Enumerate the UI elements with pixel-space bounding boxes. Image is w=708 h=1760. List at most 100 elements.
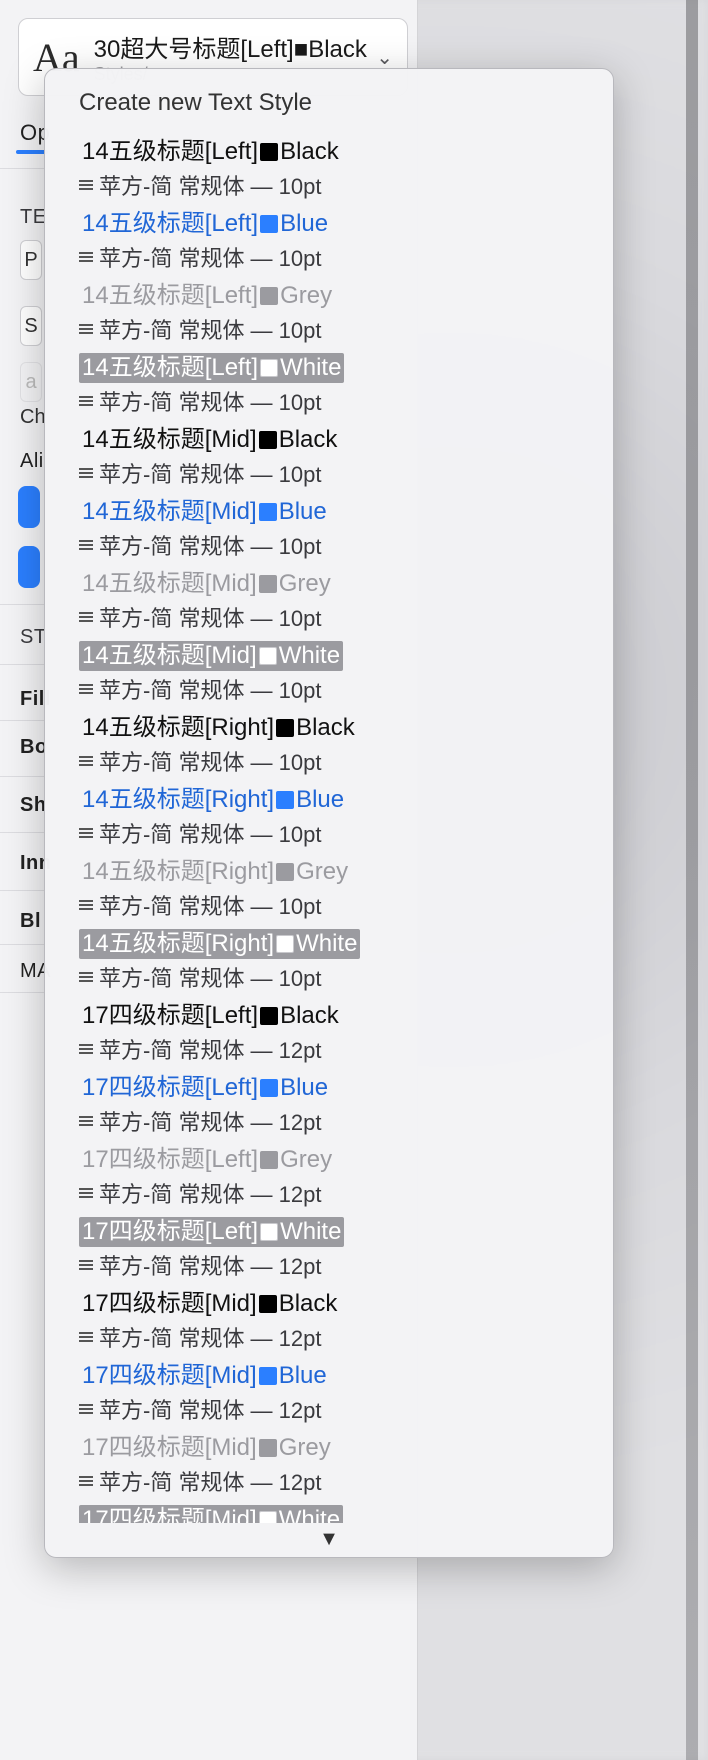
align-button-2[interactable]: [18, 546, 40, 588]
style-name: 14五级标题[Mid]Black: [79, 425, 340, 455]
style-meta: 苹方-简 常规体 — 10pt: [79, 529, 613, 561]
style-list-item[interactable]: 14五级标题[Right]White 苹方-简 常规体 — 10pt: [79, 929, 613, 993]
style-list-item[interactable]: 14五级标题[Left]Black 苹方-简 常规体 — 10pt: [79, 137, 613, 201]
style-meta-text: 苹方-简 常规体 — 10pt: [99, 673, 321, 705]
style-name: 14五级标题[Left]Blue: [79, 209, 331, 239]
style-name: 17四级标题[Left]Black: [79, 1001, 342, 1031]
style-meta-text: 苹方-简 常规体 — 10pt: [99, 241, 321, 273]
style-meta-text: 苹方-简 常规体 — 10pt: [99, 817, 321, 849]
style-meta-text: 苹方-简 常规体 — 10pt: [99, 889, 321, 921]
style-name: 14五级标题[Left]Black: [79, 137, 342, 167]
color-swatch-icon: [260, 215, 278, 233]
text-lines-icon: [79, 828, 93, 838]
paragraph-field[interactable]: P: [20, 240, 42, 280]
color-swatch-icon: [259, 647, 277, 665]
style-meta: 苹方-简 常规体 — 10pt: [79, 745, 613, 777]
blur-label: Bl: [20, 910, 41, 933]
style-meta-text: 苹方-简 常规体 — 10pt: [99, 529, 321, 561]
text-lines-icon: [79, 252, 93, 262]
style-list-item[interactable]: 17四级标题[Left]Black 苹方-简 常规体 — 12pt: [79, 1001, 613, 1065]
color-swatch-icon: [260, 1079, 278, 1097]
style-meta: 苹方-简 常规体 — 12pt: [79, 1393, 613, 1425]
text-lines-icon: [79, 756, 93, 766]
style-list-item[interactable]: 17四级标题[Left]Grey 苹方-简 常规体 — 12pt: [79, 1145, 613, 1209]
color-swatch-icon: [260, 1223, 278, 1241]
style-name: 17四级标题[Left]Blue: [79, 1073, 331, 1103]
color-swatch-icon: [259, 575, 277, 593]
style-meta: 苹方-简 常规体 — 12pt: [79, 1465, 613, 1497]
text-lines-icon: [79, 972, 93, 982]
style-list-item[interactable]: 14五级标题[Mid]Grey 苹方-简 常规体 — 10pt: [79, 569, 613, 633]
text-lines-icon: [79, 468, 93, 478]
color-swatch-icon: [260, 287, 278, 305]
style-name: 14五级标题[Left]White: [79, 353, 344, 383]
style-name: 17四级标题[Left]Grey: [79, 1145, 335, 1175]
style-meta: 苹方-简 常规体 — 10pt: [79, 385, 613, 417]
char-label: Ch: [20, 406, 46, 429]
style-list-item[interactable]: 17四级标题[Left]Blue 苹方-简 常规体 — 12pt: [79, 1073, 613, 1137]
text-lines-icon: [79, 324, 93, 334]
alignment-label: Ali: [20, 450, 44, 473]
style-list-item[interactable]: 14五级标题[Right]Blue 苹方-简 常规体 — 10pt: [79, 785, 613, 849]
color-swatch-icon: [276, 935, 294, 953]
style-meta: 苹方-简 常规体 — 12pt: [79, 1249, 613, 1281]
style-list-item[interactable]: 17四级标题[Mid]White 苹方-简 常规体 — 12pt: [79, 1505, 613, 1523]
style-meta: 苹方-简 常规体 — 12pt: [79, 1033, 613, 1065]
text-lines-icon: [79, 540, 93, 550]
style-list-item[interactable]: 17四级标题[Left]White 苹方-简 常规体 — 12pt: [79, 1217, 613, 1281]
shadow-label: Sh: [20, 794, 47, 817]
style-list-item[interactable]: 14五级标题[Left]Grey 苹方-简 常规体 — 10pt: [79, 281, 613, 345]
style-meta-text: 苹方-简 常规体 — 10pt: [99, 961, 321, 993]
style-list-item[interactable]: 14五级标题[Right]Black 苹方-简 常规体 — 10pt: [79, 713, 613, 777]
style-list-item[interactable]: 14五级标题[Mid]Black 苹方-简 常规体 — 10pt: [79, 425, 613, 489]
style-list-item[interactable]: 14五级标题[Left]White 苹方-简 常规体 — 10pt: [79, 353, 613, 417]
style-list-item[interactable]: 17四级标题[Mid]Grey 苹方-简 常规体 — 12pt: [79, 1433, 613, 1497]
style-meta: 苹方-简 常规体 — 12pt: [79, 1177, 613, 1209]
text-lines-icon: [79, 900, 93, 910]
style-list-item[interactable]: 14五级标题[Mid]Blue 苹方-简 常规体 — 10pt: [79, 497, 613, 561]
create-new-text-style[interactable]: Create new Text Style: [79, 89, 312, 117]
style-name: 17四级标题[Mid]Black: [79, 1289, 340, 1319]
style-meta-text: 苹方-简 常规体 — 10pt: [99, 169, 321, 201]
style-name: 17四级标题[Mid]Grey: [79, 1433, 334, 1463]
text-lines-icon: [79, 180, 93, 190]
style-list-item[interactable]: 14五级标题[Left]Blue 苹方-简 常规体 — 10pt: [79, 209, 613, 273]
style-section-label: ST: [20, 626, 47, 649]
style-meta: 苹方-简 常规体 — 10pt: [79, 601, 613, 633]
align-button-1[interactable]: [18, 486, 40, 528]
color-swatch-icon: [259, 503, 277, 521]
color-swatch-icon: [276, 719, 294, 737]
style-meta-text: 苹方-简 常规体 — 10pt: [99, 385, 321, 417]
style-meta-text: 苹方-简 常规体 — 12pt: [99, 1105, 321, 1137]
canvas-edge: [686, 0, 698, 1760]
style-name: 14五级标题[Mid]White: [79, 641, 343, 671]
style-name: 14五级标题[Mid]Blue: [79, 497, 330, 527]
style-list-item[interactable]: 17四级标题[Mid]Black 苹方-简 常规体 — 12pt: [79, 1289, 613, 1353]
color-swatch-icon: [259, 1439, 277, 1457]
style-list-item[interactable]: 14五级标题[Mid]White 苹方-简 常规体 — 10pt: [79, 641, 613, 705]
style-name: 14五级标题[Right]Blue: [79, 785, 347, 815]
style-meta-text: 苹方-简 常规体 — 12pt: [99, 1177, 321, 1209]
color-swatch-icon: [260, 359, 278, 377]
style-meta: 苹方-简 常规体 — 10pt: [79, 457, 613, 489]
text-lines-icon: [79, 1404, 93, 1414]
text-section-label: TE: [20, 206, 47, 229]
style-name: 17四级标题[Left]White: [79, 1217, 344, 1247]
text-lines-icon: [79, 1044, 93, 1054]
size-field[interactable]: S: [20, 306, 42, 346]
style-meta-text: 苹方-简 常规体 — 10pt: [99, 745, 321, 777]
style-meta-text: 苹方-简 常规体 — 12pt: [99, 1321, 321, 1353]
auto-field[interactable]: a: [20, 362, 42, 402]
style-meta: 苹方-简 常规体 — 10pt: [79, 817, 613, 849]
style-list-item[interactable]: 17四级标题[Mid]Blue 苹方-简 常规体 — 12pt: [79, 1361, 613, 1425]
style-meta: 苹方-简 常规体 — 10pt: [79, 241, 613, 273]
style-list-item[interactable]: 14五级标题[Right]Grey 苹方-简 常规体 — 10pt: [79, 857, 613, 921]
text-lines-icon: [79, 1188, 93, 1198]
style-name: 17四级标题[Mid]White: [79, 1505, 343, 1523]
style-meta-text: 苹方-简 常规体 — 12pt: [99, 1033, 321, 1065]
text-lines-icon: [79, 1260, 93, 1270]
style-name: 14五级标题[Right]White: [79, 929, 360, 959]
style-meta: 苹方-简 常规体 — 10pt: [79, 169, 613, 201]
chevron-down-icon: ⌄: [376, 45, 393, 70]
style-meta: 苹方-简 常规体 — 12pt: [79, 1105, 613, 1137]
